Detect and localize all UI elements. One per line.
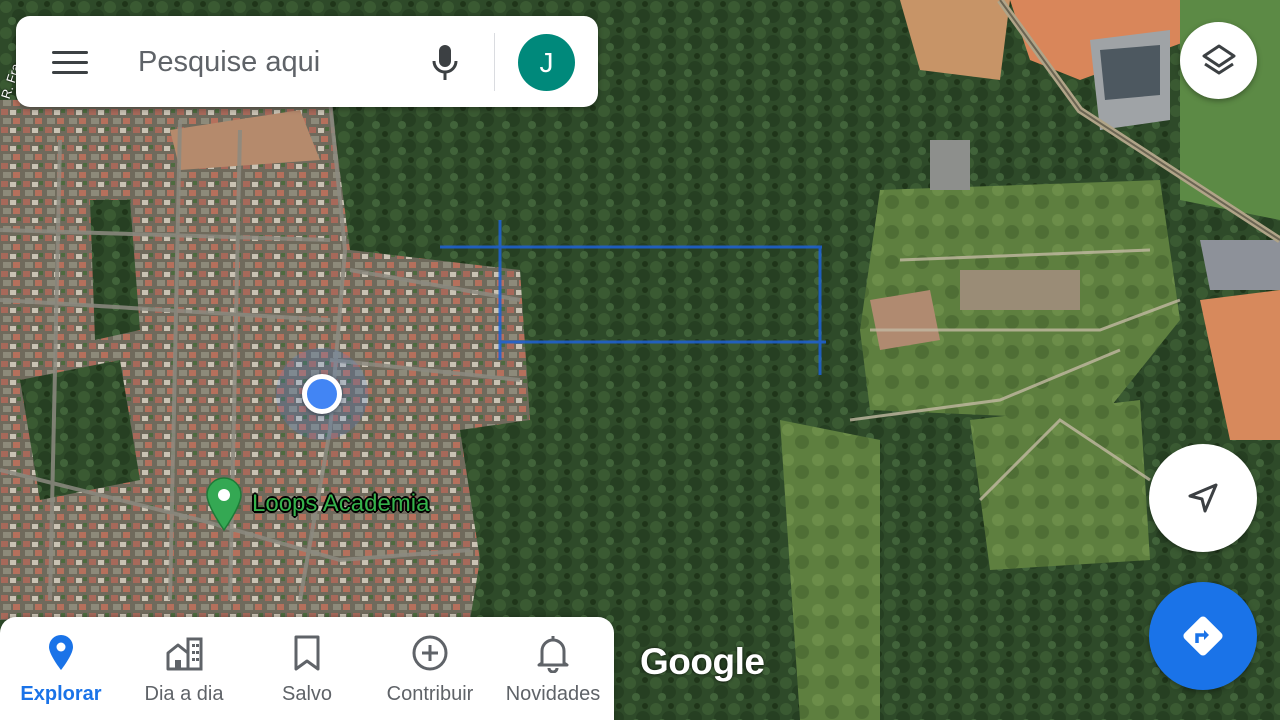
search-bar: J — [16, 16, 598, 107]
nav-label: Contribuir — [386, 683, 474, 705]
navigation-arrow-icon — [1188, 483, 1218, 513]
nav-label: Novidades — [505, 683, 601, 705]
location-pin-icon — [49, 635, 73, 670]
mic-icon[interactable] — [429, 43, 461, 83]
bottom-navigation: Explorar Dia a dia Salvo Contribuir Novi… — [0, 617, 614, 720]
nav-item-salvo[interactable]: Salvo — [246, 617, 368, 720]
layers-icon — [1202, 44, 1235, 74]
map-pin-icon[interactable] — [204, 476, 244, 532]
current-location-dot — [302, 374, 342, 414]
my-location-button[interactable] — [1149, 444, 1257, 552]
layers-button[interactable] — [1180, 22, 1257, 99]
directions-icon — [1183, 616, 1223, 656]
bookmark-icon — [294, 635, 320, 671]
search-input[interactable] — [138, 42, 418, 82]
nav-label: Salvo — [281, 683, 333, 705]
bell-icon — [537, 636, 569, 673]
place-label[interactable]: Loops Academia — [252, 490, 429, 518]
menu-icon[interactable] — [52, 51, 88, 75]
google-watermark: Google — [640, 641, 765, 682]
directions-button[interactable] — [1149, 582, 1257, 690]
city-icon — [166, 637, 203, 671]
avatar[interactable]: J — [518, 34, 575, 91]
nav-label: Dia a dia — [144, 683, 224, 705]
nav-item-explorar[interactable]: Explorar — [0, 617, 122, 720]
add-circle-icon — [412, 635, 448, 671]
nav-item-dia-a-dia[interactable]: Dia a dia — [123, 617, 245, 720]
satellite-map[interactable] — [0, 0, 1280, 720]
nav-item-contribuir[interactable]: Contribuir — [369, 617, 491, 720]
search-divider — [494, 33, 495, 91]
nav-item-novidades[interactable]: Novidades — [492, 617, 614, 720]
